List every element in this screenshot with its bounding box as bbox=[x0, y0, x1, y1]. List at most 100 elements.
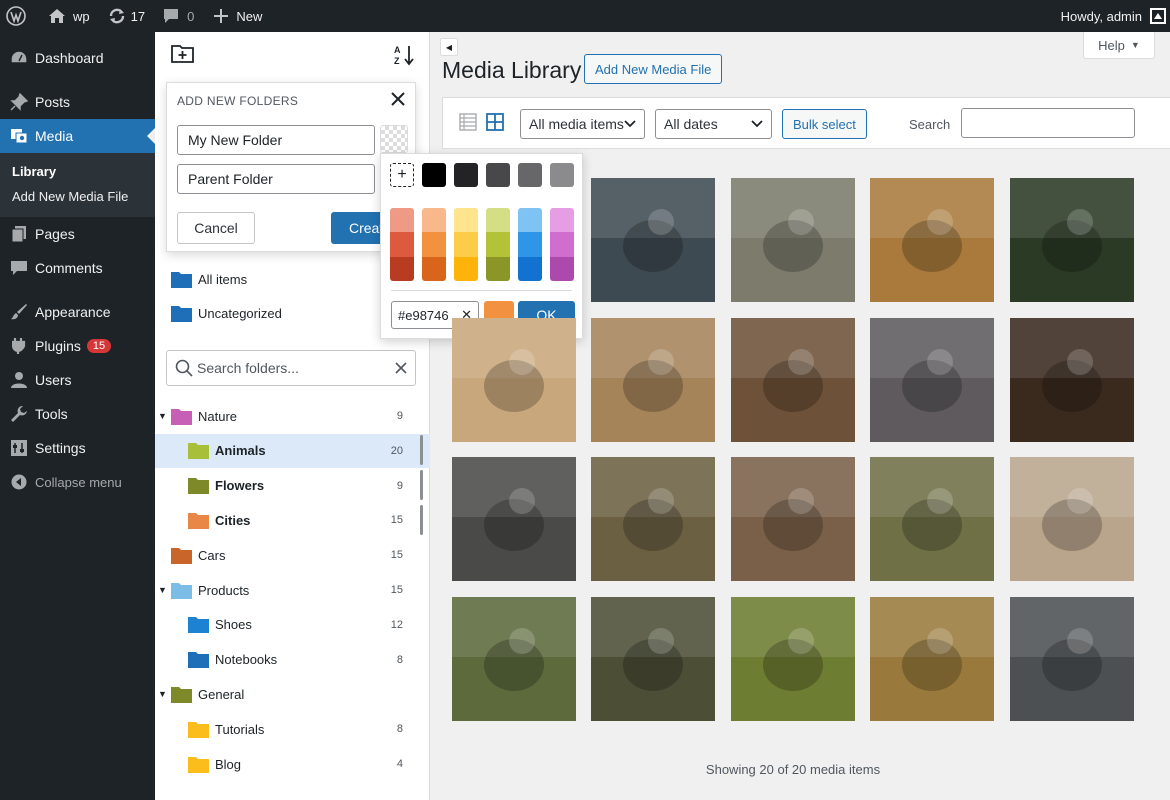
add-new-media-button[interactable]: Add New Media File bbox=[584, 54, 723, 84]
collapse-arrow-icon bbox=[9, 472, 29, 492]
parent-folder-select[interactable]: Parent Folder bbox=[177, 164, 375, 194]
menu-settings[interactable]: Settings bbox=[0, 431, 155, 465]
folder-panel-toolbar: AZ bbox=[155, 32, 429, 78]
media-thumbnail[interactable] bbox=[731, 457, 855, 581]
menu-tools[interactable]: Tools bbox=[0, 397, 155, 431]
toggle-folder-panel-icon[interactable]: ◀ bbox=[440, 38, 458, 56]
media-thumbnail[interactable] bbox=[870, 178, 994, 302]
folder-flowers[interactable]: Flowers 9 bbox=[155, 469, 430, 503]
folder-animals[interactable]: Animals 20 bbox=[155, 433, 430, 468]
menu-pages[interactable]: Pages bbox=[0, 217, 155, 251]
menu-comments[interactable]: Comments bbox=[0, 251, 155, 285]
media-library-main: ◀ Media Library Add New Media File Help … bbox=[430, 32, 1170, 800]
media-thumbnail[interactable] bbox=[870, 318, 994, 442]
media-thumbnail[interactable] bbox=[452, 318, 576, 442]
menu-users[interactable]: Users bbox=[0, 363, 155, 397]
media-thumbnail[interactable] bbox=[1010, 457, 1134, 581]
folder-color-button[interactable] bbox=[380, 125, 408, 153]
media-thumbnail[interactable] bbox=[591, 318, 715, 442]
add-custom-color-button[interactable]: + bbox=[390, 163, 414, 187]
folder-icon bbox=[171, 582, 192, 599]
folder-nature[interactable]: ▼ Nature 9 bbox=[155, 399, 430, 433]
new-folder-icon[interactable] bbox=[171, 44, 195, 67]
grid-view-icon[interactable] bbox=[486, 113, 504, 134]
folder-products[interactable]: ▼ Products 15 bbox=[155, 573, 430, 607]
media-thumbnail[interactable] bbox=[1010, 178, 1134, 302]
media-thumbnail[interactable] bbox=[452, 457, 576, 581]
comments-link[interactable]: 0 bbox=[153, 0, 202, 32]
media-thumbnail[interactable] bbox=[452, 597, 576, 721]
folder-blog[interactable]: Blog 4 bbox=[155, 747, 430, 781]
media-thumbnail[interactable] bbox=[731, 178, 855, 302]
add-folder-popup: ADD NEW FOLDERS My New Folder Parent Fol… bbox=[166, 82, 417, 252]
scroll-indicator[interactable] bbox=[420, 435, 423, 465]
media-thumbnail[interactable] bbox=[731, 318, 855, 442]
site-home-link[interactable]: wp bbox=[34, 0, 98, 32]
scroll-indicator[interactable] bbox=[420, 470, 423, 500]
search-folders-input[interactable]: Search folders... bbox=[166, 350, 416, 386]
media-thumbnail[interactable] bbox=[591, 178, 715, 302]
submenu-add-new[interactable]: Add New Media File bbox=[0, 184, 155, 209]
folder-name: Cars bbox=[198, 547, 226, 563]
wordpress-logo-icon[interactable] bbox=[0, 0, 34, 32]
updates-count: 17 bbox=[130, 8, 146, 24]
collapse-menu-button[interactable]: Collapse menu bbox=[0, 465, 155, 499]
search-folders-placeholder: Search folders... bbox=[197, 360, 299, 376]
page-icon bbox=[9, 224, 29, 244]
caret-down-icon[interactable]: ▼ bbox=[158, 689, 168, 699]
svg-text:Z: Z bbox=[394, 56, 400, 66]
folder-cars[interactable]: Cars 15 bbox=[155, 538, 430, 572]
folder-shoes[interactable]: Shoes 12 bbox=[155, 608, 430, 642]
folder-tutorials[interactable]: Tutorials 8 bbox=[155, 712, 430, 746]
scroll-indicator[interactable] bbox=[420, 505, 423, 535]
plug-icon bbox=[9, 336, 29, 356]
updates-link[interactable]: 17 bbox=[98, 0, 153, 32]
folder-name: Animals bbox=[215, 443, 266, 459]
add-folder-title: ADD NEW FOLDERS bbox=[177, 94, 299, 108]
date-filter[interactable]: All dates bbox=[655, 109, 772, 139]
color-swatch[interactable] bbox=[390, 208, 414, 233]
animal-photo bbox=[1010, 178, 1134, 302]
animal-photo bbox=[591, 457, 715, 581]
caret-down-icon[interactable]: ▼ bbox=[158, 411, 168, 421]
folder-cities[interactable]: Cities 15 bbox=[155, 503, 430, 537]
media-thumbnail[interactable] bbox=[870, 597, 994, 721]
menu-appearance[interactable]: Appearance bbox=[0, 295, 155, 329]
menu-plugins[interactable]: Plugins 15 bbox=[0, 329, 155, 363]
list-view-icon[interactable] bbox=[459, 113, 477, 134]
my-account[interactable]: Howdy, admin bbox=[1061, 0, 1170, 32]
media-thumbnail[interactable] bbox=[591, 457, 715, 581]
menu-media[interactable]: Media bbox=[0, 119, 155, 153]
close-icon[interactable] bbox=[390, 91, 406, 110]
media-search-input[interactable] bbox=[961, 108, 1135, 138]
submenu-library[interactable]: Library bbox=[0, 159, 155, 184]
menu-posts[interactable]: Posts bbox=[0, 85, 155, 119]
media-thumbnail[interactable] bbox=[870, 457, 994, 581]
menu-posts-label: Posts bbox=[35, 94, 71, 110]
dashboard-icon bbox=[9, 48, 29, 68]
color-swatch[interactable] bbox=[390, 256, 414, 281]
new-content-link[interactable]: New bbox=[202, 0, 270, 32]
bulk-select-button[interactable]: Bulk select bbox=[782, 109, 867, 139]
folder-general[interactable]: ▼ General bbox=[155, 677, 430, 711]
media-thumbnail[interactable] bbox=[591, 597, 715, 721]
admin-bar: wp 17 0 New Howdy, admin bbox=[0, 0, 1170, 32]
menu-dashboard[interactable]: Dashboard bbox=[0, 41, 155, 75]
color-swatch[interactable] bbox=[390, 232, 414, 257]
cancel-button[interactable]: Cancel bbox=[177, 212, 255, 244]
help-tab[interactable]: Help ▼ bbox=[1083, 32, 1155, 59]
menu-appearance-label: Appearance bbox=[35, 304, 111, 320]
media-thumbnail[interactable] bbox=[1010, 318, 1134, 442]
folder-count: 8 bbox=[396, 653, 403, 666]
animal-photo bbox=[870, 597, 994, 721]
media-type-filter[interactable]: All media items bbox=[520, 109, 645, 139]
clear-icon[interactable] bbox=[395, 362, 407, 374]
media-thumbnail[interactable] bbox=[1010, 597, 1134, 721]
folder-name: Cities bbox=[215, 512, 251, 528]
media-thumbnail[interactable] bbox=[731, 597, 855, 721]
folder-uncategorized-label: Uncategorized bbox=[198, 305, 282, 321]
folder-notebooks[interactable]: Notebooks 8 bbox=[155, 643, 430, 677]
folder-name-input[interactable]: My New Folder bbox=[177, 125, 375, 155]
caret-down-icon[interactable]: ▼ bbox=[158, 585, 168, 595]
sort-icon[interactable]: AZ bbox=[393, 44, 415, 69]
